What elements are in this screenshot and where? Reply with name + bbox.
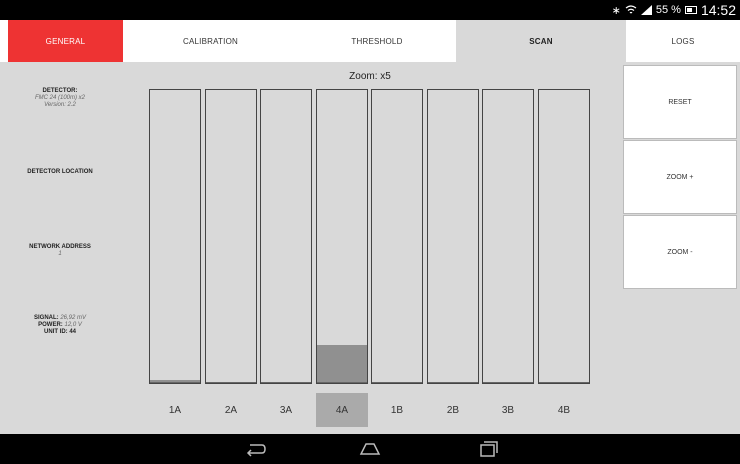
channel-baseline xyxy=(539,382,589,383)
tab-bar: GENERAL CALIBRATION THRESHOLD SCAN LOGS xyxy=(0,20,740,62)
back-icon[interactable] xyxy=(244,440,268,458)
location-info: DETECTOR LOCATION xyxy=(0,169,120,176)
detector-model: FMC 24 (100m) x2 xyxy=(34,95,85,101)
status-bar: ∗ 55 % 14:52 xyxy=(0,0,740,20)
channel-bar-4a[interactable] xyxy=(316,89,368,384)
battery-icon xyxy=(684,6,697,14)
clock: 14:52 xyxy=(700,2,736,18)
detector-info: DETECTOR: FMC 24 (100m) x2 Version: 2.2 xyxy=(0,88,120,109)
status-icons: ∗ 55 % 14:52 xyxy=(612,1,736,19)
tab-scan[interactable]: SCAN xyxy=(456,20,626,62)
network-heading: NETWORK ADDRESS xyxy=(29,244,91,250)
channel-bar-3b[interactable] xyxy=(482,89,534,384)
unit-id-value: 44 xyxy=(69,329,77,335)
channel-bar-1b[interactable] xyxy=(371,89,423,384)
channel-bar-2a[interactable] xyxy=(205,89,257,384)
channel-label-2b[interactable]: 2B xyxy=(427,393,479,427)
channel-baseline xyxy=(372,382,422,383)
navigation-bar xyxy=(0,434,740,464)
channel-baseline xyxy=(206,382,256,383)
zoom-in-button[interactable]: ZOOM + xyxy=(623,140,737,214)
network-value: 1 xyxy=(58,251,62,257)
channel-bar-1a[interactable] xyxy=(149,89,201,384)
channel-label-4a[interactable]: 4A xyxy=(316,393,368,427)
power-label: POWER: xyxy=(38,322,63,328)
channel-label-1b[interactable]: 1B xyxy=(371,393,423,427)
battery-percent: 55 % xyxy=(655,4,681,16)
reset-button[interactable]: RESET xyxy=(623,65,737,139)
bluetooth-icon: ∗ xyxy=(611,4,621,17)
tab-general[interactable]: GENERAL xyxy=(8,20,123,62)
zoom-label: Zoom: x5 xyxy=(349,71,391,82)
signal-value: 26,92 mV xyxy=(60,315,87,321)
location-heading: DETECTOR LOCATION xyxy=(27,169,93,175)
signal-label: SIGNAL: xyxy=(33,315,59,321)
channel-label-2a[interactable]: 2A xyxy=(205,393,257,427)
detector-heading: DETECTOR: xyxy=(42,88,78,94)
channel-bar-4b[interactable] xyxy=(538,89,590,384)
channel-bar-3a[interactable] xyxy=(260,89,312,384)
channel-baseline xyxy=(317,382,367,383)
unit-id-label: UNIT ID: xyxy=(43,329,68,335)
readings-info: SIGNAL: 26,92 mV POWER: 12,0 V UNIT ID: … xyxy=(0,315,120,336)
channel-baseline xyxy=(428,382,478,383)
channel-baseline xyxy=(261,382,311,383)
tab-logs[interactable]: LOGS xyxy=(626,20,740,62)
wifi-icon xyxy=(625,5,637,14)
detector-version: Version: 2.2 xyxy=(44,102,76,108)
channel-label-3b[interactable]: 3B xyxy=(482,393,534,427)
channel-label-1a[interactable]: 1A xyxy=(149,393,201,427)
channel-baseline xyxy=(483,382,533,383)
channel-level-fill xyxy=(317,345,367,383)
tab-calibration[interactable]: CALIBRATION xyxy=(123,20,298,62)
channel-bar-2b[interactable] xyxy=(427,89,479,384)
channel-label-4b[interactable]: 4B xyxy=(538,393,590,427)
power-value: 12,0 V xyxy=(64,322,82,328)
zoom-out-button[interactable]: ZOOM - xyxy=(623,215,737,289)
home-icon[interactable] xyxy=(358,440,382,458)
scan-panel: DETECTOR: FMC 24 (100m) x2 Version: 2.2 … xyxy=(0,62,740,434)
signal-icon xyxy=(640,5,652,15)
network-info: NETWORK ADDRESS 1 xyxy=(0,244,120,258)
recent-apps-icon[interactable] xyxy=(476,440,500,458)
channel-baseline xyxy=(150,382,200,383)
tab-threshold[interactable]: THRESHOLD xyxy=(298,20,456,62)
channel-label-3a[interactable]: 3A xyxy=(260,393,312,427)
